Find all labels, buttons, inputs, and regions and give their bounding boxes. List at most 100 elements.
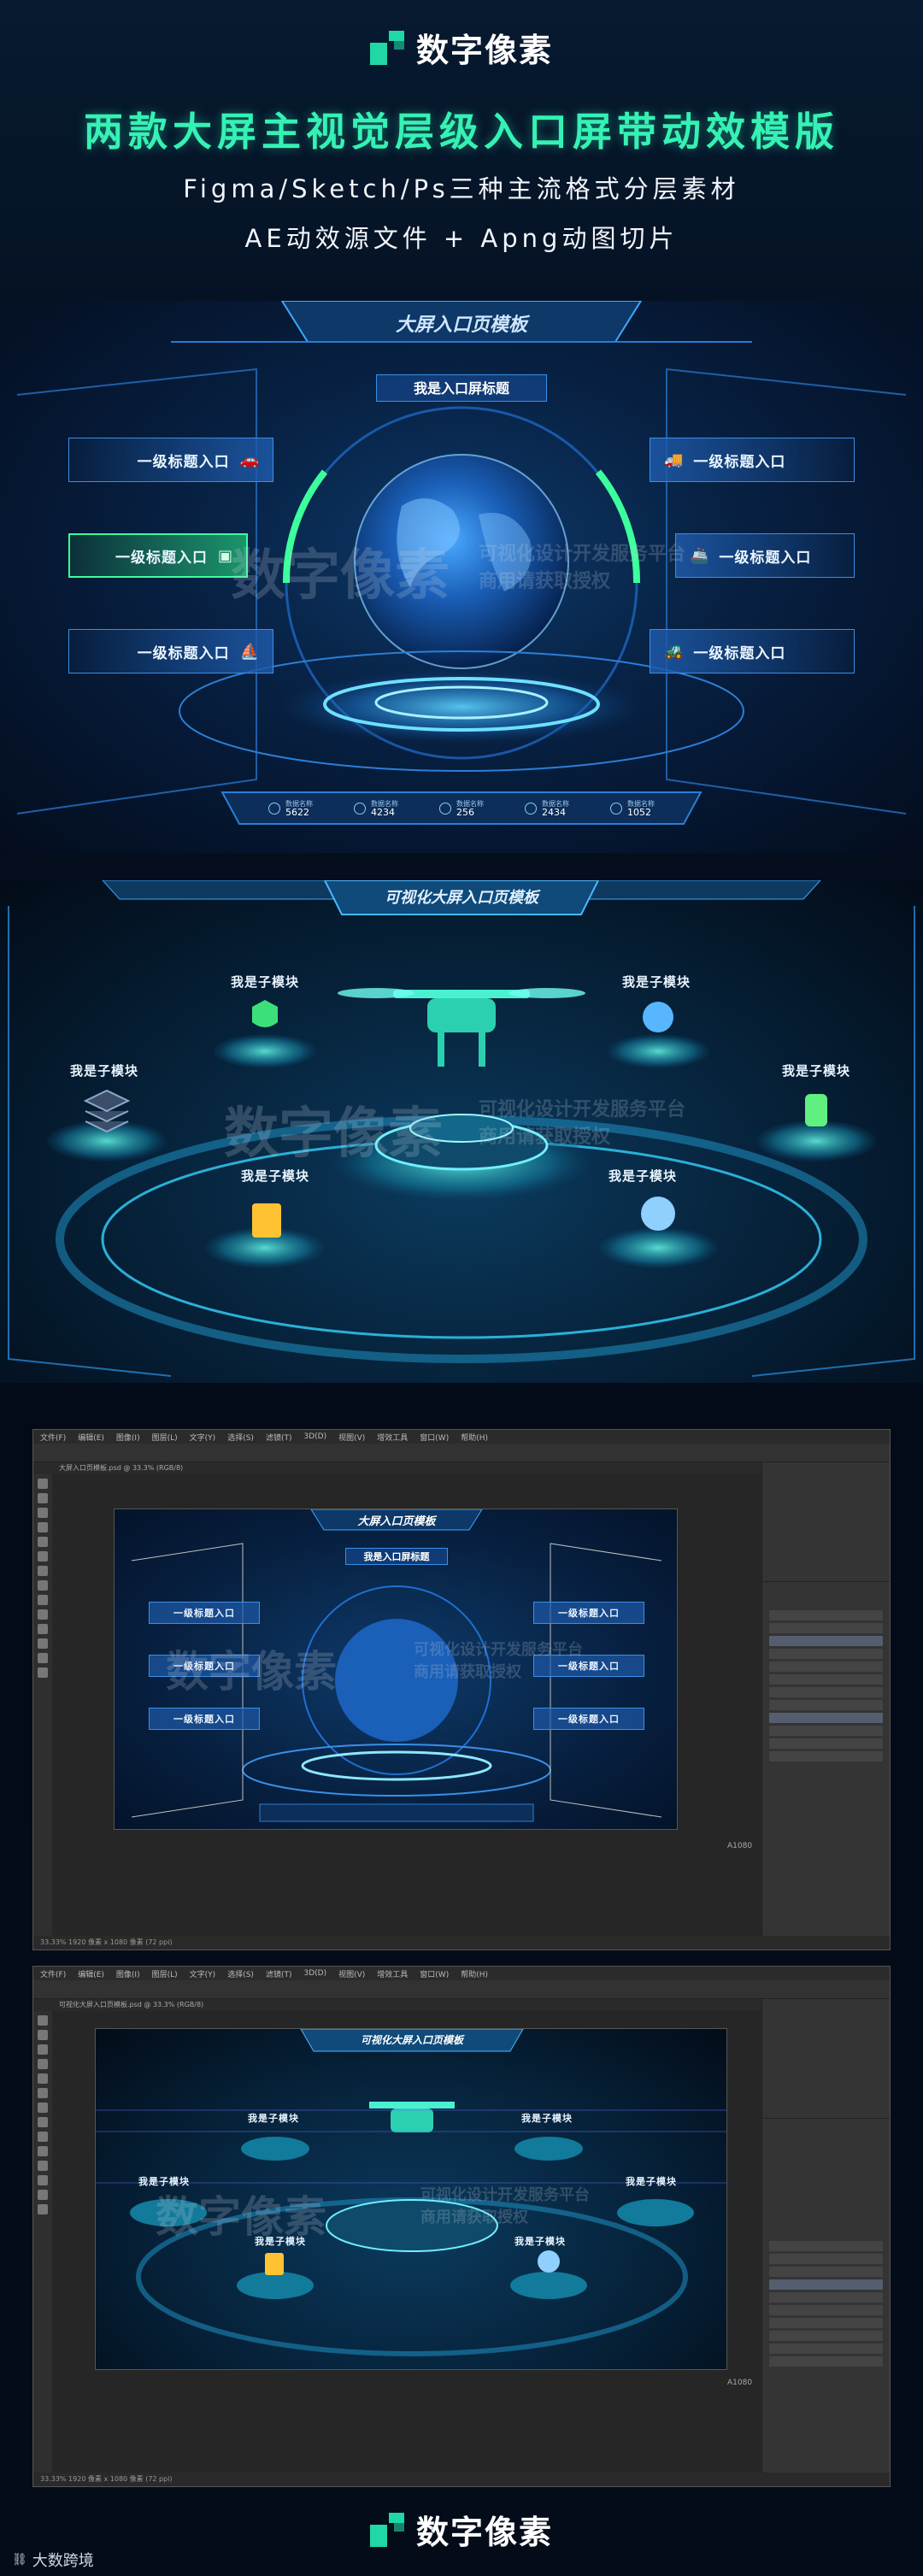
crop-tool-icon[interactable] [38,2059,48,2069]
menu-edit[interactable]: 编辑(E) [78,1968,104,1979]
menu-plugins[interactable]: 增效工具 [377,1432,408,1443]
ps1-artboard[interactable]: 大屏入口页模板 我是入口屏标题 一级标题入口 一级标题入口 一级标题入口 一级标… [114,1509,678,1830]
layer-row[interactable] [769,2331,883,2341]
lasso-tool-icon[interactable] [38,1508,48,1518]
move-tool-icon[interactable] [38,1479,48,1489]
layer-row[interactable] [769,1687,883,1697]
menu-plugins[interactable]: 增效工具 [377,1968,408,1979]
move-tool-icon[interactable] [38,2015,48,2026]
menu-select[interactable]: 选择(S) [227,1968,254,1979]
menu-select[interactable]: 选择(S) [227,1432,254,1443]
screen1-entry-right-3[interactable]: 🚜 一级标题入口 [650,629,855,673]
menu-filter[interactable]: 滤镜(T) [266,1968,292,1979]
eraser-tool-icon[interactable] [38,1580,48,1591]
module-label-6[interactable]: 我是子模块 [608,1167,677,1185]
layer-row[interactable] [769,2318,883,2328]
layer-row[interactable] [769,1726,883,1736]
menu-edit[interactable]: 编辑(E) [78,1432,104,1443]
marquee-tool-icon[interactable] [38,2030,48,2040]
layer-row[interactable] [769,1674,883,1685]
screen1-entry-right-2[interactable]: 🚢 一级标题入口 [675,533,855,578]
layer-row[interactable] [769,2305,883,2315]
menu-3d[interactable]: 3D(D) [303,1432,326,1441]
menu-view[interactable]: 视图(V) [338,1432,365,1443]
ps-canvas-area[interactable]: 大屏入口页模板 我是入口屏标题 一级标题入口 一级标题入口 一级标题入口 一级标… [52,1474,761,1936]
menu-image[interactable]: 图像(I) [116,1432,140,1443]
screen1-entry-right-1[interactable]: 🚚 一级标题入口 [650,438,855,482]
layer-row[interactable] [769,2292,883,2303]
module-label-2[interactable]: 我是子模块 [622,973,691,991]
layer-row[interactable] [769,1636,883,1646]
ps2-module-4[interactable]: 我是子模块 [626,2174,677,2188]
ps-doc-tab[interactable]: 可视化大屏入口页模板.psd @ 33.3% (RGB/8) [33,1999,787,2011]
screen1-entry-left-2[interactable]: 一级标题入口 ▣ [68,533,248,578]
ps1-entry-6[interactable]: 一级标题入口 [533,1708,644,1730]
module-label-3[interactable]: 我是子模块 [70,1062,138,1079]
hand-tool-icon[interactable] [38,2190,48,2200]
layer-row[interactable] [769,1649,883,1659]
menu-image[interactable]: 图像(I) [116,1968,140,1979]
menu-layer[interactable]: 图层(L) [152,1432,178,1443]
layer-row[interactable] [769,1661,883,1672]
menu-window[interactable]: 窗口(W) [420,1968,449,1979]
ps-canvas-area[interactable]: 可视化大屏入口页模板 我是子模块 我是子模块 我是子模块 我是子模块 我是子模块… [52,2011,761,2473]
shape-tool-icon[interactable] [38,1638,48,1649]
layer-row[interactable] [769,2344,883,2354]
shape-tool-icon[interactable] [38,2175,48,2185]
text-tool-icon[interactable] [38,1624,48,1634]
ps1-entry-3[interactable]: 一级标题入口 [149,1708,260,1730]
eraser-tool-icon[interactable] [38,2117,48,2127]
crop-tool-icon[interactable] [38,1522,48,1532]
hand-tool-icon[interactable] [38,1653,48,1663]
lasso-tool-icon[interactable] [38,2044,48,2055]
ps1-entry-1[interactable]: 一级标题入口 [149,1602,260,1624]
screen1-entry-left-3[interactable]: 一级标题入口 ⛵ [68,629,273,673]
menu-3d[interactable]: 3D(D) [303,1969,326,1978]
menu-filter[interactable]: 滤镜(T) [266,1432,292,1443]
layer-row[interactable] [769,2267,883,2277]
zoom-tool-icon[interactable] [38,1667,48,1678]
menu-type[interactable]: 文字(Y) [190,1432,216,1443]
layer-row[interactable] [769,1751,883,1761]
layer-row[interactable] [769,1700,883,1710]
menu-help[interactable]: 帮助(H) [461,1968,488,1979]
gradient-tool-icon[interactable] [38,2132,48,2142]
menu-file[interactable]: 文件(F) [40,1968,66,1979]
menu-window[interactable]: 窗口(W) [420,1432,449,1443]
marquee-tool-icon[interactable] [38,1493,48,1503]
menu-view[interactable]: 视图(V) [338,1968,365,1979]
stamp-tool-icon[interactable] [38,1566,48,1576]
layer-row[interactable] [769,2356,883,2367]
layer-row[interactable] [769,2254,883,2264]
gradient-tool-icon[interactable] [38,1595,48,1605]
layer-row[interactable] [769,1610,883,1620]
zoom-tool-icon[interactable] [38,2204,48,2214]
ps2-module-6[interactable]: 我是子模块 [514,2234,566,2248]
eyedropper-tool-icon[interactable] [38,2073,48,2084]
ps2-artboard[interactable]: 可视化大屏入口页模板 我是子模块 我是子模块 我是子模块 我是子模块 我是子模块… [95,2028,727,2370]
menu-help[interactable]: 帮助(H) [461,1432,488,1443]
module-label-5[interactable]: 我是子模块 [241,1167,309,1185]
ps1-entry-4[interactable]: 一级标题入口 [533,1602,644,1624]
layer-row[interactable] [769,1623,883,1633]
layer-row[interactable] [769,1713,883,1723]
menu-type[interactable]: 文字(Y) [190,1968,216,1979]
ps2-module-2[interactable]: 我是子模块 [521,2111,573,2125]
pen-tool-icon[interactable] [38,1609,48,1620]
pen-tool-icon[interactable] [38,2146,48,2156]
ps2-module-1[interactable]: 我是子模块 [248,2111,299,2125]
text-tool-icon[interactable] [38,2161,48,2171]
layer-row[interactable] [769,1738,883,1749]
layer-row[interactable] [769,2279,883,2290]
brush-tool-icon[interactable] [38,1551,48,1561]
module-label-1[interactable]: 我是子模块 [231,973,299,991]
module-label-4[interactable]: 我是子模块 [782,1062,850,1079]
menu-file[interactable]: 文件(F) [40,1432,66,1443]
layer-row[interactable] [769,2241,883,2251]
menu-layer[interactable]: 图层(L) [152,1968,178,1979]
brush-tool-icon[interactable] [38,2088,48,2098]
eyedropper-tool-icon[interactable] [38,1537,48,1547]
ps-doc-tab[interactable]: 大屏入口页模板.psd @ 33.3% (RGB/8) [33,1462,787,1474]
stamp-tool-icon[interactable] [38,2103,48,2113]
screen1-entry-left-1[interactable]: 一级标题入口 🚗 [68,438,273,482]
